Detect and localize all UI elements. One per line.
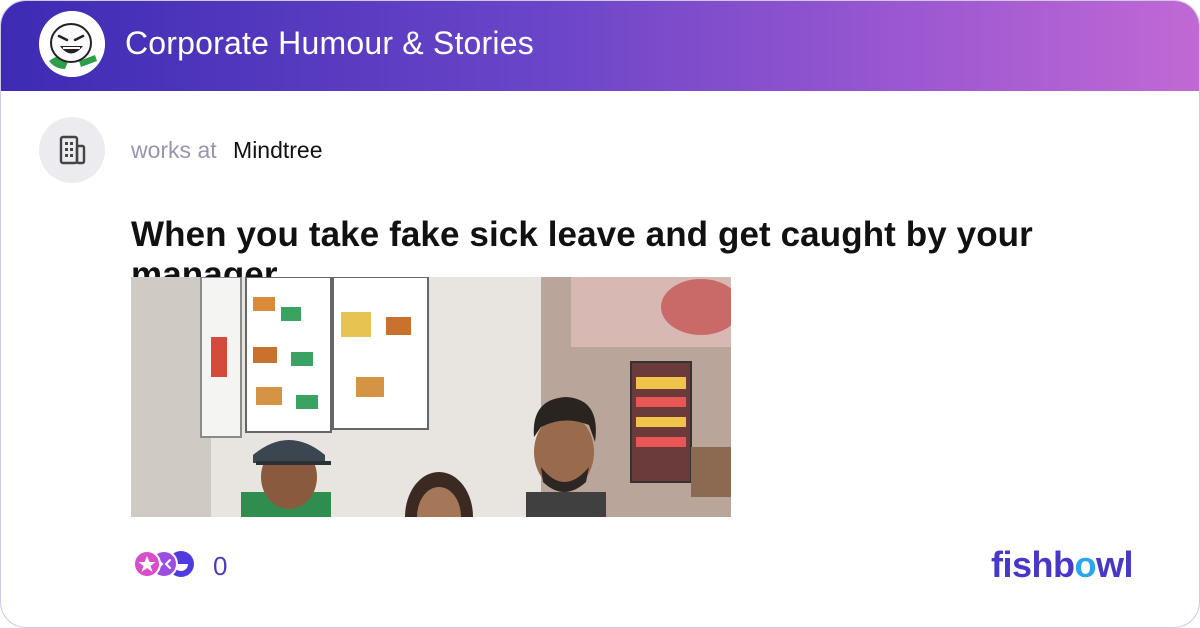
laughing-face-icon[interactable]: [39, 11, 105, 77]
author-meta: works at Mindtree: [131, 137, 323, 164]
fishbowl-logo[interactable]: fishbowl: [991, 544, 1134, 586]
reactions-bar[interactable]: 0: [131, 547, 227, 585]
reaction-count: 0: [213, 550, 228, 581]
bowl-header: Corporate Humour & Stories: [1, 1, 1199, 91]
works-at-label: works at: [131, 137, 217, 163]
building-icon[interactable]: [39, 117, 105, 183]
post-image[interactable]: [131, 277, 731, 517]
logo-text-wl: wl: [1096, 544, 1134, 585]
company-name[interactable]: Mindtree: [233, 137, 322, 163]
reaction-bubbles-icon[interactable]: [131, 548, 199, 585]
post-card[interactable]: Corporate Humour & Stories works at Mind…: [0, 0, 1200, 628]
logo-text-o: o: [1074, 544, 1097, 585]
logo-text-fishb: fishb: [991, 544, 1075, 585]
community-title[interactable]: Corporate Humour & Stories: [125, 25, 534, 62]
